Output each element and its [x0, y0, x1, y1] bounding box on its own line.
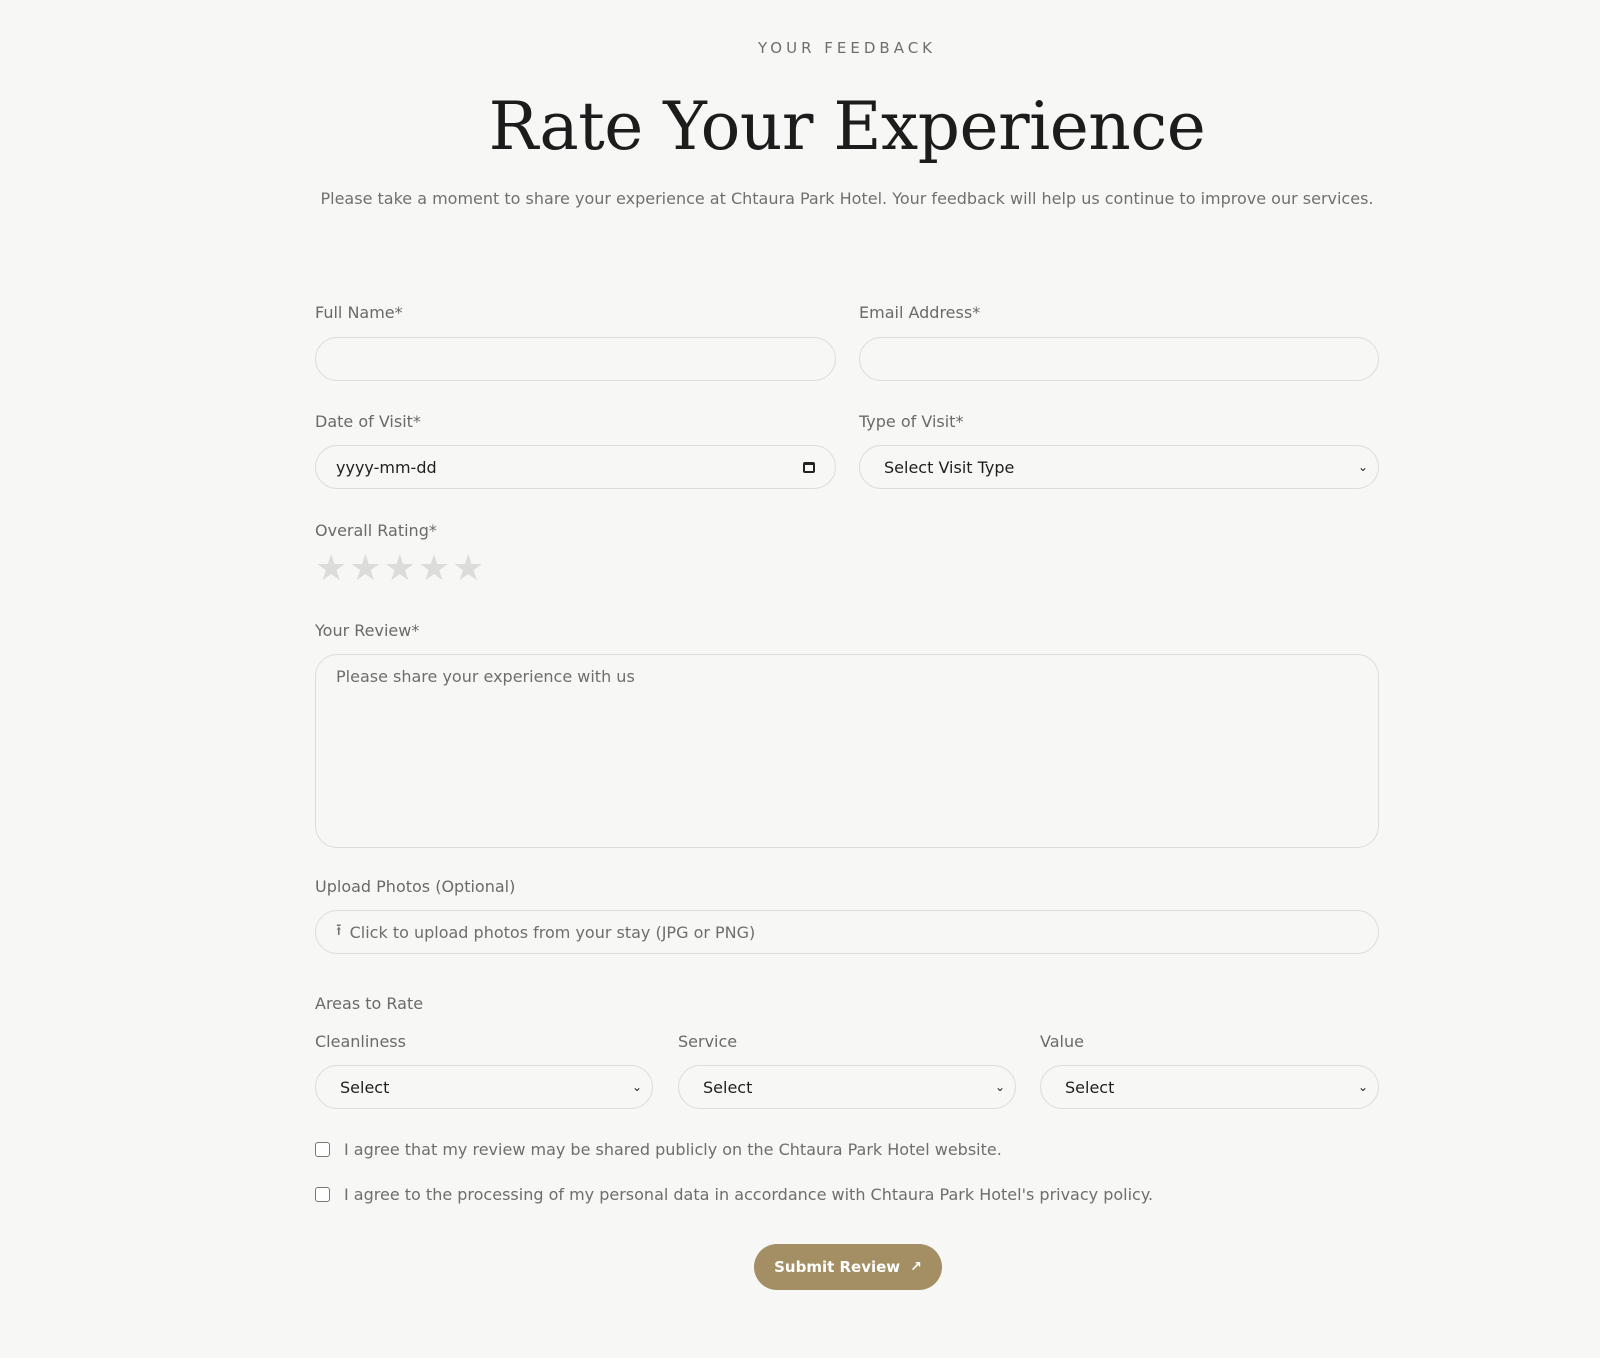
cleanliness-label: Cleanliness — [315, 1032, 406, 1051]
submit-label: Submit Review — [774, 1258, 901, 1276]
section-eyebrow: YOUR FEEDBACK — [757, 39, 937, 57]
star-icon[interactable]: ★ — [315, 551, 347, 587]
review-textarea[interactable]: Please share your experience with us — [315, 654, 1379, 848]
date-placeholder: yyyy-mm-dd — [336, 457, 437, 477]
calendar-icon[interactable] — [803, 461, 815, 473]
date-input[interactable]: yyyy-mm-dd — [315, 445, 836, 489]
service-select[interactable]: Select ⌄ — [678, 1065, 1016, 1109]
arrow-up-right-icon: ↗ — [910, 1259, 922, 1275]
consent-privacy-checkbox[interactable] — [315, 1187, 330, 1202]
full-name-input[interactable] — [315, 337, 836, 381]
areas-to-rate-label: Areas to Rate — [315, 994, 424, 1013]
upload-icon: ⭱ — [336, 919, 342, 939]
submit-review-button[interactable]: Submit Review ↗ — [754, 1244, 942, 1290]
consent-public-text: I agree that my review may be shared pub… — [344, 1140, 1002, 1159]
visit-type-label: Type of Visit* — [859, 412, 964, 431]
chevron-down-icon: ⌄ — [631, 1080, 642, 1094]
review-label: Your Review* — [315, 621, 420, 640]
consent-public-row: I agree that my review may be shared pub… — [315, 1140, 1002, 1159]
upload-label: Upload Photos (Optional) — [315, 877, 516, 896]
value-label: Value — [1040, 1032, 1084, 1051]
chevron-down-icon: ⌄ — [1357, 1080, 1368, 1094]
service-selected: Select — [703, 1077, 753, 1097]
consent-privacy-text: I agree to the processing of my personal… — [344, 1185, 1154, 1204]
page-title: Rate Your Experience — [488, 88, 1206, 165]
visit-type-select[interactable]: Select Visit Type ⌄ — [859, 445, 1379, 489]
visit-type-selected: Select Visit Type — [884, 457, 1015, 477]
review-placeholder: Please share your experience with us — [336, 667, 635, 686]
page-subtitle: Please take a moment to share your exper… — [320, 189, 1374, 208]
value-selected: Select — [1065, 1077, 1115, 1097]
star-icon[interactable]: ★ — [452, 551, 484, 587]
overall-rating-label: Overall Rating* — [315, 521, 437, 540]
service-label: Service — [678, 1032, 738, 1051]
cleanliness-select[interactable]: Select ⌄ — [315, 1065, 653, 1109]
chevron-down-icon: ⌄ — [1357, 460, 1368, 474]
consent-privacy-row: I agree to the processing of my personal… — [315, 1185, 1153, 1204]
star-icon[interactable]: ★ — [418, 551, 450, 587]
upload-text: Click to upload photos from your stay (J… — [349, 922, 756, 942]
chevron-down-icon: ⌄ — [994, 1080, 1005, 1094]
star-icon[interactable]: ★ — [384, 551, 416, 587]
cleanliness-selected: Select — [340, 1077, 390, 1097]
value-select[interactable]: Select ⌄ — [1040, 1065, 1379, 1109]
star-rating[interactable]: ★ ★ ★ ★ ★ — [315, 551, 484, 587]
email-label: Email Address* — [859, 303, 981, 322]
email-input[interactable] — [859, 337, 1379, 381]
star-icon[interactable]: ★ — [349, 551, 381, 587]
consent-public-checkbox[interactable] — [315, 1142, 330, 1157]
full-name-label: Full Name* — [315, 303, 403, 322]
upload-photos-button[interactable]: ⭱ Click to upload photos from your stay … — [315, 910, 1379, 954]
date-label: Date of Visit* — [315, 412, 421, 431]
